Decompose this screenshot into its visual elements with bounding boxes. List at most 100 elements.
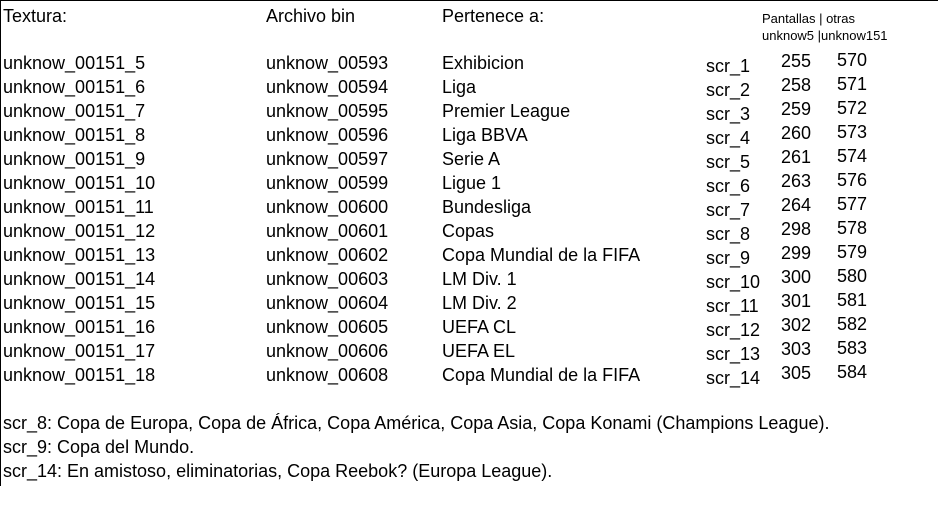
otras-value-cell: 574 <box>837 146 868 166</box>
pantallas-value-cell: 299 <box>781 243 812 263</box>
belongs-to-cell: Exhibicion <box>442 53 525 73</box>
table-row: unknow_00151_14 unknow_00603 LM Div. 1 scr_… <box>0 266 939 293</box>
bin-file-cell: unknow_00597 <box>266 149 389 169</box>
note-scr-8: scr_8: Copa de Europa, Copa de África, C… <box>3 413 830 433</box>
screen-id-cell: scr_11 <box>706 296 759 316</box>
table-row: unknow_00151_5 unknow_00593 Exhibicion scr_… <box>0 50 939 77</box>
screen-id-cell: scr_1 <box>706 56 751 76</box>
pantallas-value-cell: 261 <box>781 147 812 167</box>
screen-id-cell: scr_4 <box>706 128 751 148</box>
otras-value-cell: 579 <box>837 242 868 262</box>
pantallas-value-cell: 303 <box>781 339 812 359</box>
table-row: unknow_00151_10 unknow_00599 Ligue 1 scr_6 2… <box>0 170 939 197</box>
belongs-to-cell: Liga <box>442 77 477 97</box>
pantallas-value-cell: 260 <box>781 123 812 143</box>
screen-id-cell: scr_14 <box>706 368 761 388</box>
table-row: unknow_00151_15 unknow_00604 LM Div. 2 scr_… <box>0 290 939 317</box>
screen-id-cell: scr_2 <box>706 80 751 100</box>
texture-name-cell: unknow_00151_16 <box>3 317 156 337</box>
pantallas-value-cell: 305 <box>781 363 812 383</box>
otras-value-cell: 583 <box>837 338 868 358</box>
otras-value-cell: 572 <box>837 98 868 118</box>
belongs-to-cell: LM Div. 2 <box>442 293 517 313</box>
header-pantallas-line1: Pantallas | otras <box>762 11 855 26</box>
texture-name-cell: unknow_00151_6 <box>3 77 146 97</box>
table-row: unknow_00151_17 unknow_00606 UEFA EL scr_13… <box>0 338 939 365</box>
otras-value-cell: 577 <box>837 194 868 214</box>
texture-name-cell: unknow_00151_12 <box>3 221 156 241</box>
pantallas-value-cell: 255 <box>781 51 812 71</box>
table-row: unknow_00151_7 unknow_00595 Premier League… <box>0 98 939 125</box>
screen-id-cell: scr_7 <box>706 200 751 220</box>
table-row: unknow_00151_18 unknow_00608 Copa Mundial … <box>0 362 939 389</box>
bin-file-cell: unknow_00601 <box>266 221 389 241</box>
screen-id-cell: scr_13 <box>706 344 761 364</box>
belongs-to-cell: LM Div. 1 <box>442 269 517 289</box>
texture-name-cell: unknow_00151_18 <box>3 365 156 385</box>
bin-file-cell: unknow_00599 <box>266 173 389 193</box>
note-scr-14: scr_14: En amistoso, eliminatorias, Copa… <box>3 461 553 481</box>
table-row: unknow_00151_12 unknow_00601 Copas scr_8 298… <box>0 218 939 245</box>
belongs-to-cell: UEFA CL <box>442 317 517 337</box>
texture-name-cell: unknow_00151_13 <box>3 245 156 265</box>
texture-name-cell: unknow_00151_8 <box>3 125 146 145</box>
header-pantallas-line2: unknow5 |unknow151 <box>762 28 888 43</box>
note-scr-9: scr_9: Copa del Mundo. <box>3 437 195 457</box>
screen-id-cell: scr_3 <box>706 104 751 124</box>
otras-value-cell: 573 <box>837 122 868 142</box>
pantallas-value-cell: 298 <box>781 219 812 239</box>
table-row: unknow_00151_11 unknow_00600 Bundesliga scr… <box>0 194 939 221</box>
texture-name-cell: unknow_00151_11 <box>3 197 154 217</box>
belongs-to-cell: Copas <box>442 221 495 241</box>
bin-file-cell: unknow_00605 <box>266 317 389 337</box>
screen-id-cell: scr_8 <box>706 224 751 244</box>
pantallas-value-cell: 301 <box>781 291 812 311</box>
table-row: unknow_00151_16 unknow_00605 UEFA CL scr_12… <box>0 314 939 341</box>
pantallas-value-cell: 302 <box>781 315 812 335</box>
belongs-to-cell: Copa Mundial de la FIFA <box>442 245 641 265</box>
belongs-to-cell: Serie A <box>442 149 501 169</box>
belongs-to-cell: UEFA EL <box>442 341 516 361</box>
otras-value-cell: 576 <box>837 170 868 190</box>
header-archivo-bin: Archivo bin <box>266 6 356 26</box>
table-row: unknow_00151_9 unknow_00597 Serie A scr_5 26… <box>0 146 939 173</box>
table-row: unknow_00151_13 unknow_00602 Copa Mundial … <box>0 242 939 269</box>
bin-file-cell: unknow_00594 <box>266 77 389 97</box>
bin-file-cell: unknow_00603 <box>266 269 389 289</box>
bin-file-cell: unknow_00604 <box>266 293 389 313</box>
screen-id-cell: scr_9 <box>706 248 751 268</box>
texture-name-cell: unknow_00151_9 <box>3 149 146 169</box>
otras-value-cell: 571 <box>837 74 868 94</box>
texture-name-cell: unknow_00151_10 <box>3 173 156 193</box>
table-row: unknow_00151_6 unknow_00594 Liga scr_2 258 57… <box>0 74 939 101</box>
header-textura: Textura: <box>3 6 68 26</box>
otras-value-cell: 584 <box>837 362 868 382</box>
bin-file-cell: unknow_00608 <box>266 365 389 385</box>
bin-file-cell: unknow_00602 <box>266 245 389 265</box>
bin-file-cell: unknow_00600 <box>266 197 389 217</box>
belongs-to-cell: Premier League <box>442 101 571 121</box>
pantallas-value-cell: 300 <box>781 267 812 287</box>
screen-id-cell: scr_5 <box>706 152 751 172</box>
texture-name-cell: unknow_00151_5 <box>3 53 146 73</box>
belongs-to-cell: Ligue 1 <box>442 173 502 193</box>
pantallas-value-cell: 264 <box>781 195 812 215</box>
otras-value-cell: 582 <box>837 314 868 334</box>
otras-value-cell: 570 <box>837 50 868 70</box>
otras-value-cell: 581 <box>837 290 868 310</box>
bin-file-cell: unknow_00596 <box>266 125 389 145</box>
belongs-to-cell: Copa Mundial de la FIFA <box>442 365 641 385</box>
texture-name-cell: unknow_00151_17 <box>3 341 156 361</box>
screen-id-cell: scr_6 <box>706 176 751 196</box>
bin-file-cell: unknow_00593 <box>266 53 389 73</box>
texture-name-cell: unknow_00151_15 <box>3 293 156 313</box>
bin-file-cell: unknow_00606 <box>266 341 389 361</box>
pantallas-value-cell: 258 <box>781 75 812 95</box>
screen-id-cell: scr_12 <box>706 320 761 340</box>
table-row: unknow_00151_8 unknow_00596 Liga BBVA scr_4… <box>0 122 939 149</box>
pantallas-value-cell: 263 <box>781 171 812 191</box>
otras-value-cell: 580 <box>837 266 868 286</box>
texture-name-cell: unknow_00151_14 <box>3 269 156 289</box>
belongs-to-cell: Bundesliga <box>442 197 532 217</box>
screen-id-cell: scr_10 <box>706 272 761 292</box>
